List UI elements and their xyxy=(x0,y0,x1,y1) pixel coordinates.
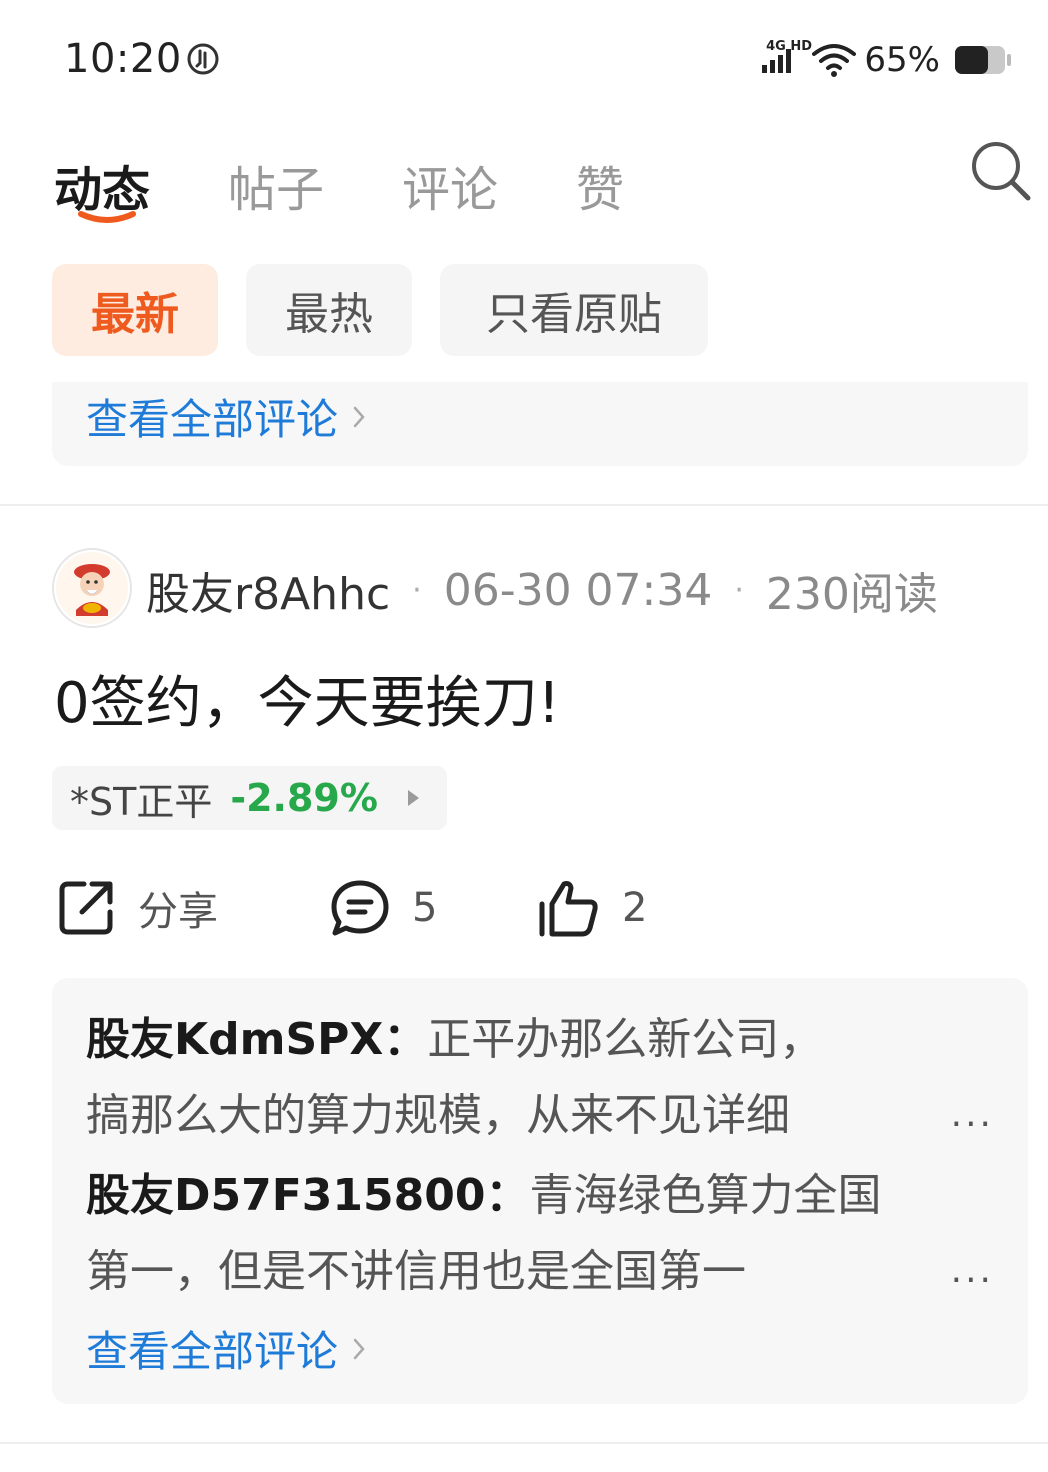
stock-change: -2.89% xyxy=(230,776,378,820)
stock-tag[interactable]: *ST正平 -2.89% xyxy=(52,766,447,830)
share-icon xyxy=(59,881,113,935)
comment-text-line1: 青海绿色算力全国 xyxy=(529,1170,882,1221)
post-actions: 分享 5 2 xyxy=(56,876,756,940)
previous-card-comments: 查看全部评论 xyxy=(52,382,1028,466)
filter-hot[interactable]: 最热 xyxy=(246,264,412,356)
comment-separator: ： xyxy=(485,1170,530,1221)
view-all-label: 查看全部评论 xyxy=(86,395,339,444)
top-tabs: 动态 帖子 评论 赞 xyxy=(0,130,1048,240)
search-icon[interactable] xyxy=(970,140,1032,202)
stock-name: *ST正平 xyxy=(70,779,213,824)
post-content[interactable]: 0签约，今天要挨刀! xyxy=(54,658,560,739)
status-indicators: 65% xyxy=(762,38,1012,82)
active-tab-indicator xyxy=(78,211,136,223)
author-name[interactable]: 股友r8Ahhc xyxy=(146,558,390,622)
more-button[interactable]: ... xyxy=(951,1250,994,1291)
play-arrow-icon xyxy=(407,790,419,806)
filter-bar: 最新 最热 只看原贴 xyxy=(52,264,736,356)
status-time: 10:20 xyxy=(64,36,182,82)
read-count: 230阅读 xyxy=(765,569,938,620)
signal-icon xyxy=(762,49,792,73)
post-meta: 股友r8Ahhc · 06-30 07:34 · 230阅读 xyxy=(146,558,938,622)
tab-likes[interactable]: 赞 xyxy=(576,150,624,220)
comment-author[interactable]: 股友D57F315800 xyxy=(86,1170,486,1221)
battery-percent: 65% xyxy=(864,40,940,80)
battery-icon xyxy=(955,46,1011,74)
tab-comments[interactable]: 评论 xyxy=(402,150,498,220)
meta-separator: · xyxy=(412,572,422,608)
feed-divider xyxy=(0,504,1048,506)
comment-icon xyxy=(331,880,389,936)
view-all-comments-link[interactable]: 查看全部评论 xyxy=(86,1318,366,1379)
filter-latest[interactable]: 最新 xyxy=(52,264,218,356)
chevron-right-icon xyxy=(353,406,365,427)
share-label: 分享 xyxy=(138,889,218,935)
comment-count: 5 xyxy=(412,885,438,931)
share-button[interactable]: 分享 xyxy=(56,876,218,940)
comment-text-line1: 正平办那么新公司， xyxy=(427,1014,824,1065)
comment-text-line2: 第一，但是不讲信用也是全国第一 xyxy=(86,1246,746,1297)
comment-separator: ： xyxy=(383,1014,428,1065)
tab-posts[interactable]: 帖子 xyxy=(228,150,324,220)
comment-item[interactable]: 股友D57F315800：青海绿色算力全国 第一，但是不讲信用也是全国第一 xyxy=(86,1158,946,1310)
thumbs-up-icon xyxy=(539,881,598,937)
comment-text-line2: 搞那么大的算力规模，从来不见详细 xyxy=(86,1090,790,1141)
avatar-image xyxy=(56,552,128,624)
avatar[interactable] xyxy=(52,548,132,628)
chevron-right-icon xyxy=(353,1338,365,1359)
status-bar: 10:20 4G HD 65% xyxy=(0,0,1048,110)
app-notification-icon xyxy=(187,43,219,75)
wifi-icon xyxy=(812,44,857,77)
like-button[interactable]: 2 xyxy=(538,876,647,940)
meta-separator: · xyxy=(734,572,744,608)
comment-item[interactable]: 股友KdmSPX：正平办那么新公司， 搞那么大的算力规模，从来不见详细 xyxy=(86,1002,946,1154)
post-date: 06-30 07:34 xyxy=(443,564,713,616)
more-button[interactable]: ... xyxy=(951,1094,994,1135)
view-all-comments-link[interactable]: 查看全部评论 xyxy=(86,386,366,447)
feed-divider xyxy=(0,1442,1048,1444)
view-all-label: 查看全部评论 xyxy=(86,1327,339,1376)
comment-author[interactable]: 股友KdmSPX xyxy=(86,1014,383,1065)
filter-original-only[interactable]: 只看原贴 xyxy=(440,264,708,356)
comment-button[interactable]: 5 xyxy=(330,876,437,940)
like-count: 2 xyxy=(622,885,648,931)
comment-preview: 股友KdmSPX：正平办那么新公司， 搞那么大的算力规模，从来不见详细 ... … xyxy=(52,978,1028,1404)
